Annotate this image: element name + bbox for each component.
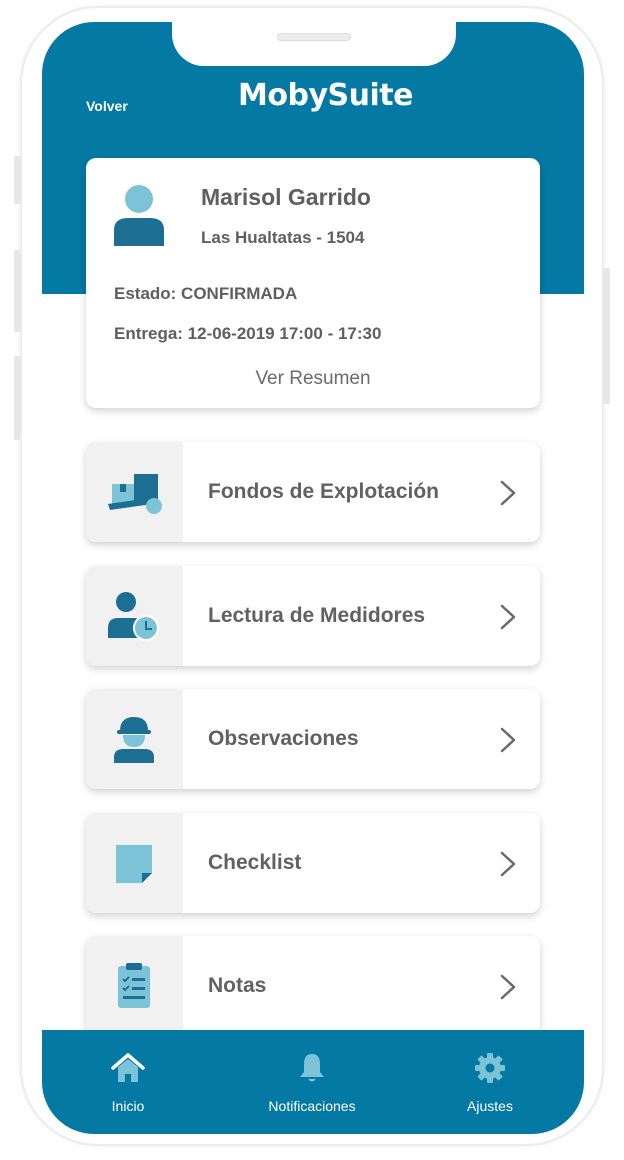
phone-side-button xyxy=(14,250,20,332)
tab-label: Ajustes xyxy=(467,1098,513,1114)
menu-icon-box xyxy=(86,813,183,913)
menu-icon-box xyxy=(86,689,183,789)
user-avatar-icon xyxy=(114,185,164,246)
tab-notificaciones[interactable]: Notificaciones xyxy=(242,1030,382,1134)
menu-item-label: Notas xyxy=(208,974,267,997)
sticky-note-icon xyxy=(116,845,152,883)
moving-box-icon xyxy=(108,474,162,514)
gear-icon xyxy=(475,1053,505,1083)
chevron-right-icon xyxy=(500,480,516,506)
menu-item-label: Observaciones xyxy=(208,727,359,750)
app-screen: Volver MobySuite Marisol Garrido Las Hua… xyxy=(42,22,584,1134)
menu-icon-box xyxy=(86,936,183,1036)
menu-item-label: Checklist xyxy=(208,851,302,874)
phone-side-button xyxy=(604,268,610,404)
phone-side-button xyxy=(14,156,20,204)
tab-inicio[interactable]: Inicio xyxy=(58,1030,198,1134)
delivery-text: Entrega: 12-06-2019 17:00 - 17:30 xyxy=(114,324,382,343)
phone-side-button xyxy=(14,356,20,440)
phone-notch xyxy=(172,22,456,66)
client-card: Marisol Garrido Las Hualtatas - 1504 Est… xyxy=(86,158,540,408)
back-button[interactable]: Volver xyxy=(86,98,128,114)
chevron-right-icon xyxy=(500,851,516,877)
menu-icon-box xyxy=(86,442,183,542)
chevron-right-icon xyxy=(500,604,516,630)
tab-label: Notificaciones xyxy=(268,1098,356,1114)
menu-item-label: Lectura de Medidores xyxy=(208,604,426,627)
client-name: Marisol Garrido xyxy=(201,184,371,210)
menu-item-checklist[interactable]: Checklist xyxy=(86,813,540,913)
user-clock-icon xyxy=(108,592,159,641)
menu-item-lectura[interactable]: Lectura de Medidores xyxy=(86,566,540,666)
chevron-right-icon xyxy=(500,974,516,1000)
view-summary-link[interactable]: Ver Resumen xyxy=(86,368,540,390)
menu-item-observaciones[interactable]: Observaciones xyxy=(86,689,540,789)
tab-label: Inicio xyxy=(111,1098,145,1114)
status-text: Estado: CONFIRMADA xyxy=(114,284,298,303)
home-icon xyxy=(111,1053,145,1082)
bell-icon xyxy=(300,1054,324,1082)
menu-icon-box xyxy=(86,566,183,666)
bottom-tab-bar: Inicio Notificaciones Ajustes xyxy=(42,1030,584,1134)
tab-ajustes[interactable]: Ajustes xyxy=(420,1030,560,1134)
menu-item-notas[interactable]: Notas xyxy=(86,936,540,1036)
worker-helmet-icon xyxy=(114,717,154,763)
client-address: Las Hualtatas - 1504 xyxy=(201,228,365,247)
chevron-right-icon xyxy=(500,727,516,753)
menu-item-label: Fondos de Explotación xyxy=(208,480,440,503)
app-logo: MobySuite xyxy=(238,78,413,113)
clipboard-checklist-icon xyxy=(118,963,150,1008)
menu-item-fondos[interactable]: Fondos de Explotación xyxy=(86,442,540,542)
speaker-grille xyxy=(277,33,351,41)
